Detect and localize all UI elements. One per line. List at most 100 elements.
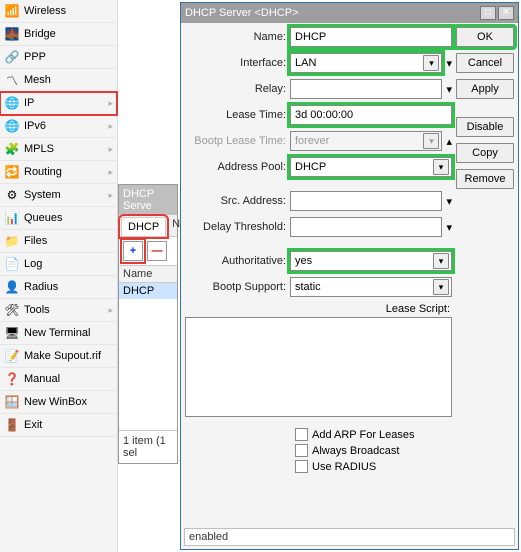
src-address-input[interactable] [290, 191, 442, 211]
dropdown-icon[interactable]: ▾ [433, 253, 449, 269]
sidebar-item-label: Tools [24, 304, 50, 316]
ok-button[interactable]: OK [456, 27, 514, 47]
label-name: Name: [185, 31, 290, 43]
sidebar-item-ip[interactable]: 🌐 IP ▸ [0, 92, 117, 115]
sidebar-item-mpls[interactable]: 🧩MPLS▸ [0, 138, 117, 161]
label-lease-script: Lease Script: [185, 303, 450, 315]
sidebar-item-label: Bridge [24, 28, 56, 40]
sidebar-item-radius[interactable]: 👤 Radius [0, 276, 117, 299]
label-use-radius: Use RADIUS [312, 461, 376, 473]
delay-threshold-input[interactable] [290, 217, 442, 237]
sidebar-item-label: New WinBox [24, 396, 87, 408]
log-icon: 📄 [4, 256, 20, 272]
sidebar-item-label: System [24, 189, 61, 201]
label-bootp-support: Bootp Support: [185, 281, 290, 293]
sidebar-item-label: IPv6 [24, 120, 46, 132]
cancel-button[interactable]: Cancel [456, 53, 514, 73]
exit-icon: 🚪 [4, 417, 20, 433]
dropdown-icon[interactable]: ▾ [423, 55, 439, 71]
expand-icon[interactable]: ▾ [446, 57, 452, 70]
dropdown-icon[interactable]: ▾ [433, 159, 449, 175]
chevron-icon: ▸ [108, 167, 113, 178]
chevron-icon: ▸ [108, 190, 113, 201]
chevron-icon: ▸ [108, 98, 113, 109]
sidebar-item-manual[interactable]: ❓Manual [0, 368, 117, 391]
sidebar-item-queues[interactable]: 📊 Queues [0, 207, 117, 230]
bridge-icon: 🌉 [4, 26, 20, 42]
sidebar-item-routing[interactable]: 🔁 Routing ▸ [0, 161, 117, 184]
sidebar-item-label: IP [24, 97, 34, 109]
disable-button[interactable]: Disable [456, 117, 514, 137]
name-input[interactable] [290, 27, 452, 47]
relay-input[interactable] [290, 79, 442, 99]
dialog-status: enabled [184, 528, 515, 546]
ppp-icon: 🔗 [4, 49, 20, 65]
dhcp-server-list-window: DHCP Serve DHCP Ne + — Name DHCP 1 item … [118, 184, 178, 464]
add-button[interactable]: + [123, 241, 143, 261]
sidebar-item-label: Radius [24, 281, 58, 293]
always-broadcast-checkbox[interactable] [295, 444, 308, 457]
sidebar-item-new-winbox[interactable]: 🪟 New WinBox [0, 391, 117, 414]
expand-icon[interactable]: ▾ [446, 83, 452, 96]
sidebar-item-exit[interactable]: 🚪 Exit [0, 414, 117, 437]
dialog-title-text: DHCP Server <DHCP> [185, 7, 299, 19]
add-arp-checkbox[interactable] [295, 428, 308, 441]
sidebar-item-label: Routing [24, 166, 62, 178]
apply-button[interactable]: Apply [456, 79, 514, 99]
sidebar-item-ppp[interactable]: 🔗 PPP [0, 46, 117, 69]
dialog-titlebar[interactable]: DHCP Server <DHCP> □ ✕ [181, 3, 518, 23]
sidebar-item-tools[interactable]: 🛠 Tools ▸ [0, 299, 117, 322]
authoritative-select[interactable]: yes▾ [290, 251, 452, 271]
sidebar-item-wireless[interactable]: 📶Wireless [0, 0, 117, 23]
sidebar-item-make-supout[interactable]: 📝Make Supout.rif [0, 345, 117, 368]
chevron-icon: ▸ [108, 305, 113, 316]
list-status-text: 1 item (1 sel [119, 430, 177, 463]
sidebar-item-label: Files [24, 235, 47, 247]
label-src-address: Src. Address: [185, 195, 290, 207]
address-pool-select[interactable]: DHCP▾ [290, 157, 452, 177]
sidebar-item-label: MPLS [24, 143, 54, 155]
sidebar-item-ipv6[interactable]: 🌐IPv6▸ [0, 115, 117, 138]
lease-time-input[interactable] [290, 105, 452, 125]
label-lease-time: Lease Time: [185, 109, 290, 121]
tab-dhcp[interactable]: DHCP [121, 217, 166, 236]
expand-icon[interactable]: ▾ [446, 195, 452, 208]
sidebar-item-log[interactable]: 📄 Log [0, 253, 117, 276]
remove-button[interactable]: — [147, 241, 167, 261]
sidebar-item-label: Queues [24, 212, 63, 224]
list-column-name[interactable]: Name [119, 265, 177, 283]
tools-icon: 🛠 [4, 302, 20, 318]
radius-icon: 👤 [4, 279, 20, 295]
maximize-icon[interactable]: □ [480, 6, 496, 20]
expand-icon[interactable]: ▾ [446, 221, 452, 234]
label-authoritative: Authoritative: [185, 255, 290, 267]
dropdown-icon: ▾ [423, 133, 439, 149]
close-icon[interactable]: ✕ [498, 6, 514, 20]
remove-button[interactable]: Remove [456, 169, 514, 189]
lease-script-textarea[interactable] [185, 317, 452, 417]
dhcp-server-dialog: DHCP Server <DHCP> □ ✕ Name: Interface: … [180, 2, 519, 550]
sidebar-item-label: Exit [24, 419, 42, 431]
queues-icon: 📊 [4, 210, 20, 226]
list-window-title[interactable]: DHCP Serve [119, 185, 177, 215]
sidebar-item-label: PPP [24, 51, 46, 63]
routing-icon: 🔁 [4, 164, 20, 180]
winbox-icon: 🪟 [4, 394, 20, 410]
list-item[interactable]: DHCP [119, 283, 177, 299]
sidebar-item-system[interactable]: ⚙ System ▸ [0, 184, 117, 207]
label-interface: Interface: [185, 57, 290, 69]
sidebar-item-bridge[interactable]: 🌉 Bridge [0, 23, 117, 46]
dropdown-icon[interactable]: ▾ [433, 279, 449, 295]
sidebar-item-label: Mesh [24, 74, 51, 86]
interface-select[interactable]: LAN▾ [290, 53, 442, 73]
sidebar-item-mesh[interactable]: 〽Mesh [0, 69, 117, 92]
expand-icon[interactable]: ▴ [446, 135, 452, 148]
sidebar-item-label: Log [24, 258, 42, 270]
ip-icon: 🌐 [4, 95, 20, 111]
bootp-support-select[interactable]: static▾ [290, 277, 452, 297]
use-radius-checkbox[interactable] [295, 460, 308, 473]
sidebar-item-files[interactable]: 📁Files [0, 230, 117, 253]
copy-button[interactable]: Copy [456, 143, 514, 163]
gear-icon: ⚙ [4, 187, 20, 203]
sidebar-item-new-terminal[interactable]: 🖥New Terminal [0, 322, 117, 345]
